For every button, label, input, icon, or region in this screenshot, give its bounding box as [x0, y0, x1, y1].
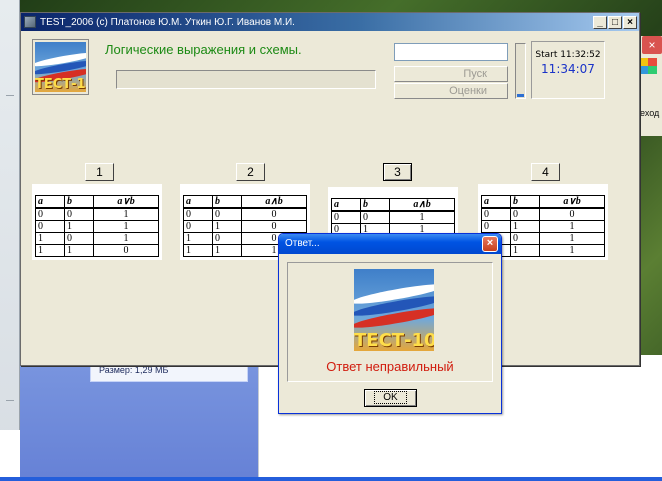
topic-heading: Логические выражения и схемы.	[105, 42, 302, 57]
grades-button[interactable]: Оценки	[394, 83, 508, 99]
table-row: 001	[330, 210, 455, 224]
header-a: a	[330, 198, 362, 212]
ok-button[interactable]: OK	[364, 389, 417, 407]
start-button[interactable]: Пуск	[394, 66, 508, 82]
truth-table-1[interactable]: a b a∨b 001 011 101 110	[32, 184, 162, 260]
header-result: a∧b	[241, 195, 307, 209]
header-a: a	[480, 195, 512, 209]
table-row: 101	[34, 232, 159, 245]
dialog-body: ТЕСТ-10 Ответ неправильный	[287, 262, 493, 382]
taskbar	[0, 477, 662, 481]
desktop-left-panel	[0, 0, 20, 481]
variant-button-4[interactable]: 4	[531, 163, 560, 181]
answer-dialog: Ответ... × ТЕСТ-10 Ответ неправильный OK	[278, 233, 502, 414]
header-b: b	[510, 195, 541, 209]
header-b: b	[64, 195, 95, 209]
dialog-logo: ТЕСТ-10	[354, 269, 434, 351]
answer-input[interactable]	[394, 43, 508, 61]
header-result: a∧b	[389, 198, 455, 212]
table-row: 001	[34, 207, 159, 221]
header-a: a	[34, 195, 66, 209]
header-b: b	[212, 195, 243, 209]
windows-logo-icon	[639, 58, 657, 74]
close-button[interactable]: ×	[623, 15, 637, 29]
level-fill	[517, 93, 524, 97]
dialog-titlebar[interactable]: Ответ... ×	[279, 234, 501, 254]
table-row: 110	[34, 244, 159, 257]
dialog-logo-text: ТЕСТ-10	[354, 330, 434, 351]
variant-button-2[interactable]: 2	[236, 163, 265, 181]
result-message: Ответ неправильный	[326, 359, 454, 374]
progress-bar	[116, 70, 376, 89]
header-b: b	[360, 198, 391, 212]
close-icon[interactable]: ×	[642, 36, 662, 54]
header-result: a∨b	[93, 195, 159, 209]
app-icon	[24, 16, 36, 28]
header-result: a∨b	[539, 195, 605, 209]
table-row: 011	[34, 220, 159, 233]
table-row: 011	[480, 220, 605, 233]
dialog-close-button[interactable]: ×	[482, 236, 498, 252]
start-time: Start 11:32:52	[535, 50, 601, 60]
minimize-button[interactable]: _	[593, 15, 607, 29]
ok-button-label: OK	[374, 391, 407, 404]
app-title: TEST_2006 (с) Платонов Ю.М. Уткин Ю.Г. И…	[40, 16, 295, 28]
app-titlebar[interactable]: TEST_2006 (с) Платонов Ю.М. Уткин Ю.Г. И…	[21, 13, 639, 31]
variant-button-3[interactable]: 3	[383, 163, 412, 181]
current-time: 11:34:07	[541, 62, 595, 76]
maximize-button[interactable]: □	[608, 15, 622, 29]
header-a: a	[182, 195, 214, 209]
test-logo: ТЕСТ-10	[32, 39, 89, 95]
table-row: 000	[182, 207, 307, 221]
level-indicator	[515, 43, 526, 99]
table-row: 010	[182, 220, 307, 233]
dialog-title: Ответ...	[285, 238, 320, 249]
logo-text: ТЕСТ-10	[35, 77, 86, 92]
clock-panel: Start 11:32:52 11:34:07	[531, 41, 605, 99]
table-row: 000	[480, 207, 605, 221]
variant-button-1[interactable]: 1	[85, 163, 114, 181]
